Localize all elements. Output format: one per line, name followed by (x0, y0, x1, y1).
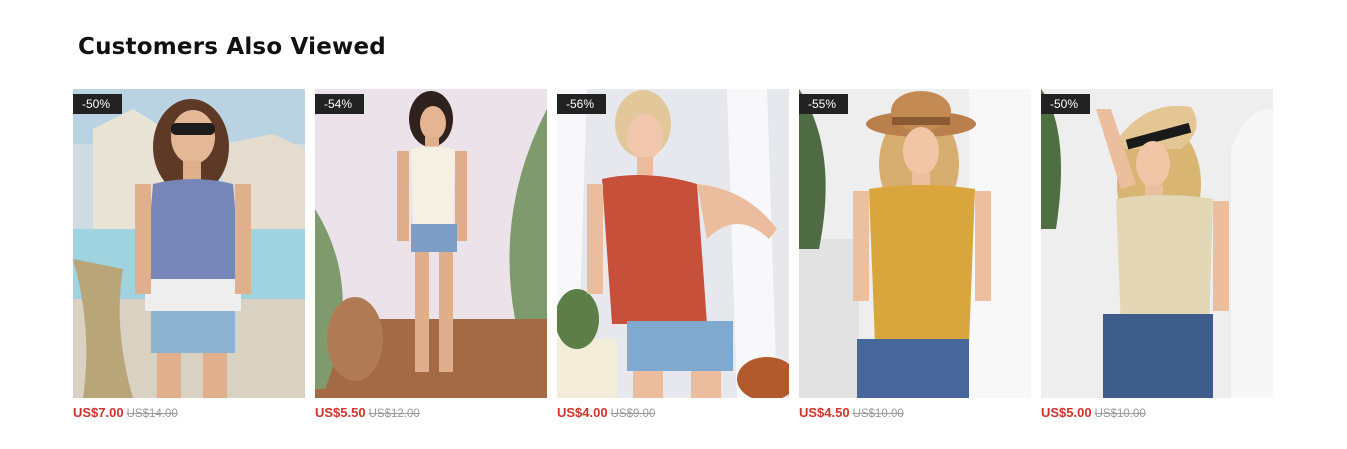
price-row: US$4.50 US$10.00 (799, 404, 904, 422)
discount-badge: -50% (1041, 94, 1091, 114)
product-card[interactable]: -56% US$4.00 US$9.00 (557, 89, 789, 422)
product-card[interactable]: -54% US$5.50 US$12.00 (315, 89, 547, 422)
price-row: US$5.00 US$10.00 (1041, 404, 1146, 422)
product-card[interactable]: -55% US$4.50 US$10.00 (799, 89, 1031, 422)
original-price: US$14.00 (126, 408, 178, 420)
product-card[interactable]: -50% US$5.00 US$10.00 (1041, 89, 1273, 422)
product-card[interactable]: -50% US$7.00 US$14.00 (73, 89, 305, 422)
product-image[interactable] (315, 89, 547, 398)
product-image[interactable] (1041, 89, 1273, 398)
price-row: US$4.00 US$9.00 (557, 404, 655, 422)
product-image[interactable] (799, 89, 1031, 398)
product-image[interactable] (557, 89, 789, 398)
discount-badge: -50% (73, 94, 123, 114)
discount-badge: -54% (315, 94, 365, 114)
sale-price: US$4.50 (799, 405, 850, 420)
sale-price: US$5.50 (315, 405, 366, 420)
sale-price: US$4.00 (557, 405, 608, 420)
original-price: US$9.00 (610, 408, 656, 420)
original-price: US$10.00 (852, 408, 904, 420)
original-price: US$10.00 (1094, 408, 1146, 420)
original-price: US$12.00 (368, 408, 420, 420)
section-title: Customers Also Viewed (78, 34, 386, 60)
sale-price: US$7.00 (73, 405, 124, 420)
product-image[interactable] (73, 89, 305, 398)
price-row: US$7.00 US$14.00 (73, 404, 178, 422)
discount-badge: -55% (799, 94, 849, 114)
price-row: US$5.50 US$12.00 (315, 404, 420, 422)
sale-price: US$5.00 (1041, 405, 1092, 420)
discount-badge: -56% (557, 94, 607, 114)
